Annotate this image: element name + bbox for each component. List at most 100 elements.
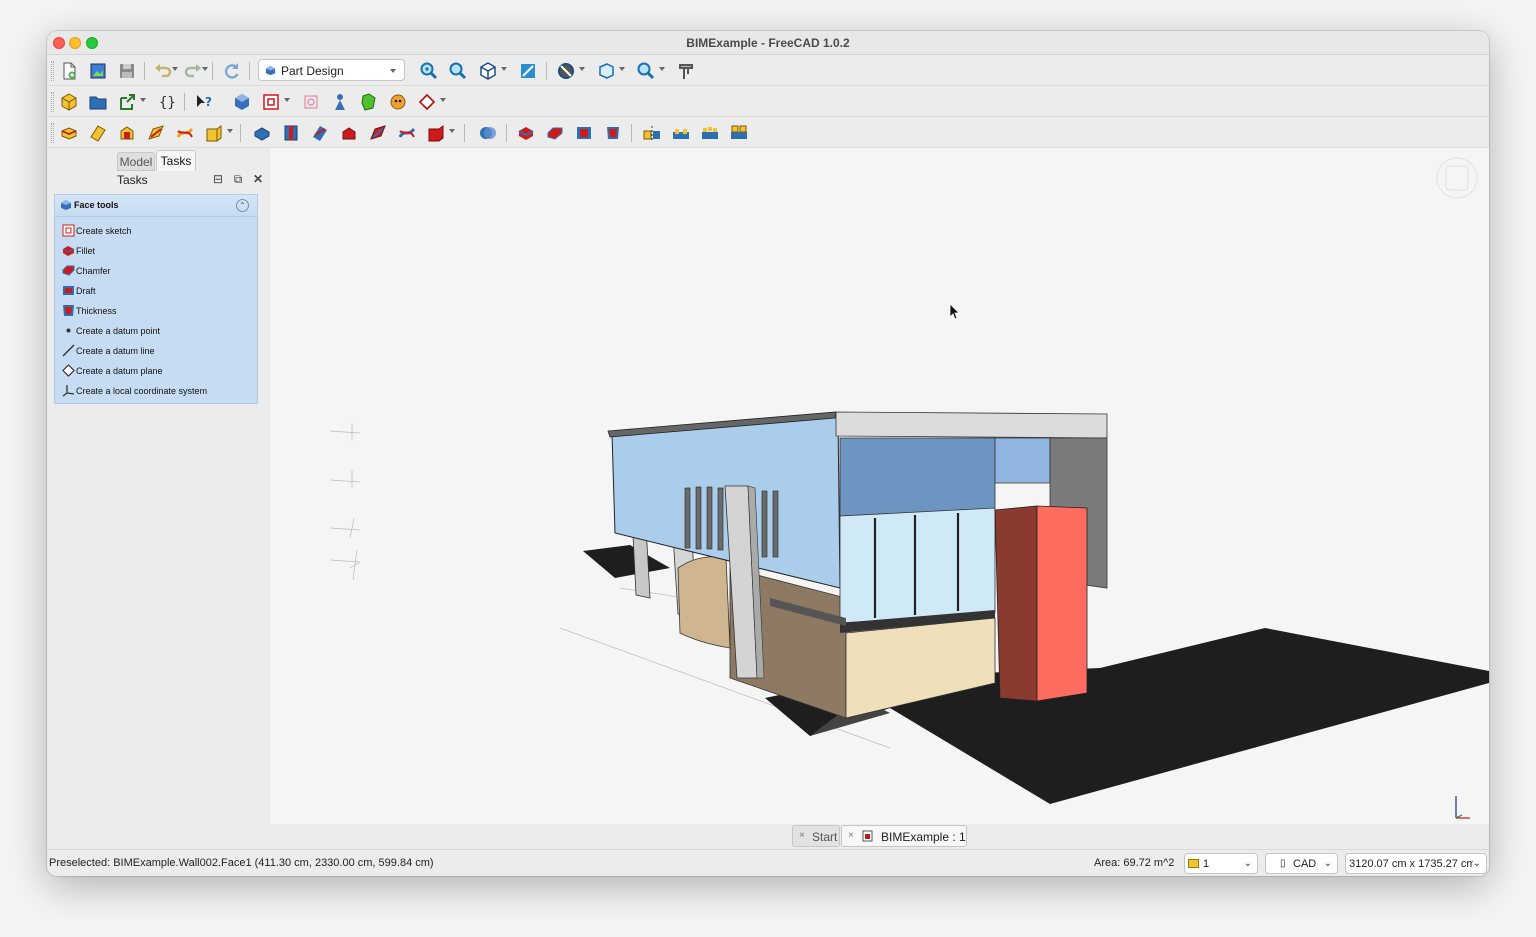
- task-item-create-sketch[interactable]: Create sketch: [61, 223, 251, 239]
- create-body-icon[interactable]: [57, 90, 81, 114]
- task-item-chamfer[interactable]: Chamfer: [61, 263, 251, 279]
- shape-binder-icon[interactable]: [230, 90, 254, 114]
- datum-plane-toolbar-icon[interactable]: [415, 90, 439, 114]
- close-tab-icon[interactable]: ×: [848, 830, 854, 841]
- fillet-toolbar-icon[interactable]: [514, 121, 538, 145]
- toolbar-separator: [240, 124, 241, 142]
- toolbar-separator: [212, 62, 213, 80]
- 3d-viewport[interactable]: [270, 148, 1489, 824]
- thickness-toolbar-icon[interactable]: [601, 121, 625, 145]
- bounding-box-icon[interactable]: [594, 59, 618, 83]
- task-item-local-coordinate-system[interactable]: Create a local coordinate system: [61, 383, 251, 399]
- sketch-icon[interactable]: [259, 90, 283, 114]
- task-item-datum-point[interactable]: Create a datum point: [61, 323, 251, 339]
- task-item-thickness[interactable]: Thickness: [61, 303, 251, 319]
- task-item-fillet[interactable]: Fillet: [61, 243, 251, 259]
- subtractive-primitive-icon[interactable]: [424, 121, 448, 145]
- tab-start[interactable]: × Start: [792, 825, 840, 847]
- validate-sketch-icon[interactable]: [299, 90, 323, 114]
- layer-value: 1: [1203, 858, 1210, 870]
- subtractive-pipe-icon[interactable]: [366, 121, 390, 145]
- linear-pattern-icon[interactable]: [669, 121, 693, 145]
- export-icon[interactable]: [115, 90, 139, 114]
- task-item-datum-plane[interactable]: Create a datum plane: [61, 363, 251, 379]
- sketch-dropdown-icon[interactable]: [284, 98, 290, 102]
- face-tools-taskbox: Face tools ⌃ Create sketch Fillet Chamfe…: [54, 194, 258, 404]
- groove-icon[interactable]: [308, 121, 332, 145]
- undo-dropdown-icon[interactable]: [172, 67, 178, 71]
- tab-bimexample[interactable]: × BIMExample : 1: [841, 825, 967, 847]
- panel-close-icon[interactable]: ✕: [251, 172, 265, 186]
- toolbar-grip[interactable]: [51, 92, 54, 112]
- additive-pipe-icon[interactable]: [144, 121, 168, 145]
- task-item-draft[interactable]: Draft: [61, 283, 251, 299]
- save-document-icon[interactable]: [115, 59, 139, 83]
- isometric-view-icon[interactable]: [476, 59, 500, 83]
- datum-dropdown-icon[interactable]: [440, 98, 446, 102]
- toolbar-grip[interactable]: [51, 61, 54, 81]
- svg-text:?: ?: [205, 95, 212, 109]
- export-dropdown-icon[interactable]: [140, 98, 146, 102]
- undo-icon[interactable]: [151, 59, 175, 83]
- create-part-icon[interactable]: [86, 90, 110, 114]
- chevron-down-icon: ⌄: [1243, 858, 1252, 869]
- redo-icon[interactable]: [181, 59, 205, 83]
- tab-model[interactable]: Model: [117, 152, 155, 171]
- macro-icon[interactable]: {}: [155, 90, 179, 114]
- subtractive-loft-icon[interactable]: [337, 121, 361, 145]
- multi-transform-icon[interactable]: [727, 121, 751, 145]
- taskbox-header[interactable]: Face tools ⌃: [55, 195, 257, 217]
- refresh-icon[interactable]: [220, 59, 244, 83]
- open-document-icon[interactable]: [86, 59, 110, 83]
- draw-style-icon[interactable]: [554, 59, 578, 83]
- pad-icon[interactable]: [57, 121, 81, 145]
- fit-selection-icon[interactable]: [446, 59, 470, 83]
- caliper-icon[interactable]: [674, 59, 698, 83]
- layer-selector[interactable]: 1 ⌄: [1184, 853, 1258, 874]
- preview-icon[interactable]: [386, 90, 410, 114]
- whats-this-icon[interactable]: ?: [192, 90, 216, 114]
- redo-dropdown-icon[interactable]: [202, 67, 208, 71]
- close-tab-icon[interactable]: ×: [799, 830, 805, 841]
- workbench-selector[interactable]: Part Design: [258, 59, 405, 81]
- additive-primitive-dropdown-icon[interactable]: [227, 129, 233, 133]
- measure-dropdown-icon[interactable]: [659, 67, 665, 71]
- chamfer-icon: [62, 265, 75, 276]
- clone-icon[interactable]: [328, 90, 352, 114]
- building-model-render[interactable]: [270, 148, 1489, 824]
- chamfer-toolbar-icon[interactable]: [543, 121, 567, 145]
- additive-loft-icon[interactable]: [115, 121, 139, 145]
- additive-primitive-icon[interactable]: [202, 121, 226, 145]
- sub-shape-binder-icon[interactable]: [357, 90, 381, 114]
- view-front-icon[interactable]: [516, 59, 540, 83]
- pocket-icon[interactable]: [250, 121, 274, 145]
- tab-tasks[interactable]: Tasks: [156, 150, 196, 171]
- panel-float-icon[interactable]: ⧉: [231, 172, 245, 186]
- bounding-box-dropdown-icon[interactable]: [619, 67, 625, 71]
- boolean-icon[interactable]: [476, 121, 500, 145]
- view-dropdown-icon[interactable]: [501, 67, 507, 71]
- subtractive-primitive-dropdown-icon[interactable]: [449, 129, 455, 133]
- new-document-icon[interactable]: [57, 59, 81, 83]
- toolbar-separator: [249, 62, 250, 80]
- subtractive-helix-icon[interactable]: [395, 121, 419, 145]
- dimensions-selector[interactable]: 3120.07 cm x 1735.27 cm ⌄: [1345, 853, 1487, 874]
- hole-icon[interactable]: [279, 121, 303, 145]
- draft-toolbar-icon[interactable]: [572, 121, 596, 145]
- panel-collapse-icon[interactable]: ⊟: [211, 172, 225, 186]
- fillet-icon: [62, 246, 75, 256]
- polar-pattern-icon[interactable]: [698, 121, 722, 145]
- toolbar-grip[interactable]: [51, 123, 54, 143]
- draw-style-dropdown-icon[interactable]: [579, 67, 585, 71]
- measure-icon[interactable]: [634, 59, 658, 83]
- create-sketch-icon: [62, 224, 75, 237]
- fit-all-icon[interactable]: [417, 59, 441, 83]
- additive-helix-icon[interactable]: [173, 121, 197, 145]
- thickness-icon: [63, 305, 74, 316]
- mirrored-icon[interactable]: [640, 121, 664, 145]
- collapse-icon[interactable]: ⌃: [236, 199, 249, 212]
- task-item-datum-line[interactable]: Create a datum line: [61, 343, 251, 359]
- revolution-icon[interactable]: [86, 121, 110, 145]
- navigation-style-selector[interactable]: ▯ CAD ⌄: [1265, 853, 1338, 874]
- taskbox-title: Face tools: [74, 200, 119, 210]
